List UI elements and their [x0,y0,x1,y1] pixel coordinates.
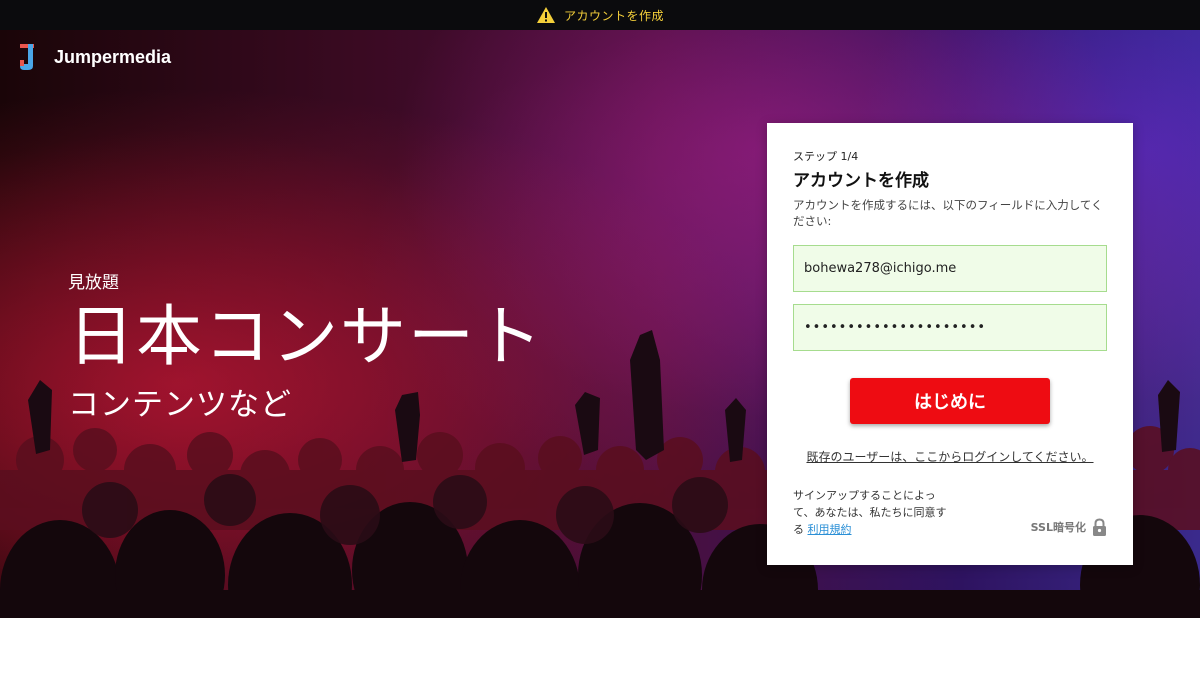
password-input[interactable] [804,320,1106,335]
terms-text: サインアップすることによって、あなたは、私たちに同意する 利用規約 [793,487,953,538]
signup-card: ステップ 1/4 アカウントを作成 アカウントを作成するには、以下のフィールドに… [767,123,1133,565]
lock-icon [1093,518,1106,536]
password-field[interactable] [793,304,1107,351]
email-input[interactable] [804,261,1106,276]
jumpermedia-logo-icon [20,44,34,70]
card-description: アカウントを作成するには、以下のフィールドに入力してください: [793,198,1103,228]
login-link[interactable]: 既存のユーザーは、ここからログインしてください。 [793,448,1107,466]
hero-subheadline: コンテンツなど [68,387,292,423]
ssl-badge: SSL暗号化 [1031,518,1107,536]
card-title: アカウントを作成 [793,171,929,191]
bottom-section [0,618,1200,675]
top-notice-bar: アカウントを作成 [0,0,1200,30]
brand-name: Jumpermedia [54,46,172,67]
start-button[interactable]: はじめに [850,378,1050,424]
warning-icon [536,7,555,23]
notice-text: アカウントを作成 [563,8,664,23]
terms-link[interactable]: 利用規約 [808,523,852,536]
ssl-label: SSL暗号化 [1030,521,1086,534]
hero-text: 見放題 日本コンサート コンテンツなど [68,268,544,424]
step-indicator: ステップ 1/4 [793,150,859,163]
brand[interactable]: Jumpermedia [18,44,171,70]
email-field[interactable] [793,245,1107,292]
hero-headline: 日本コンサート [68,298,544,375]
card-footer: サインアップすることによって、あなたは、私たちに同意する 利用規約 SSL暗号化 [793,487,1107,538]
hero-eyebrow: 見放題 [68,273,119,293]
